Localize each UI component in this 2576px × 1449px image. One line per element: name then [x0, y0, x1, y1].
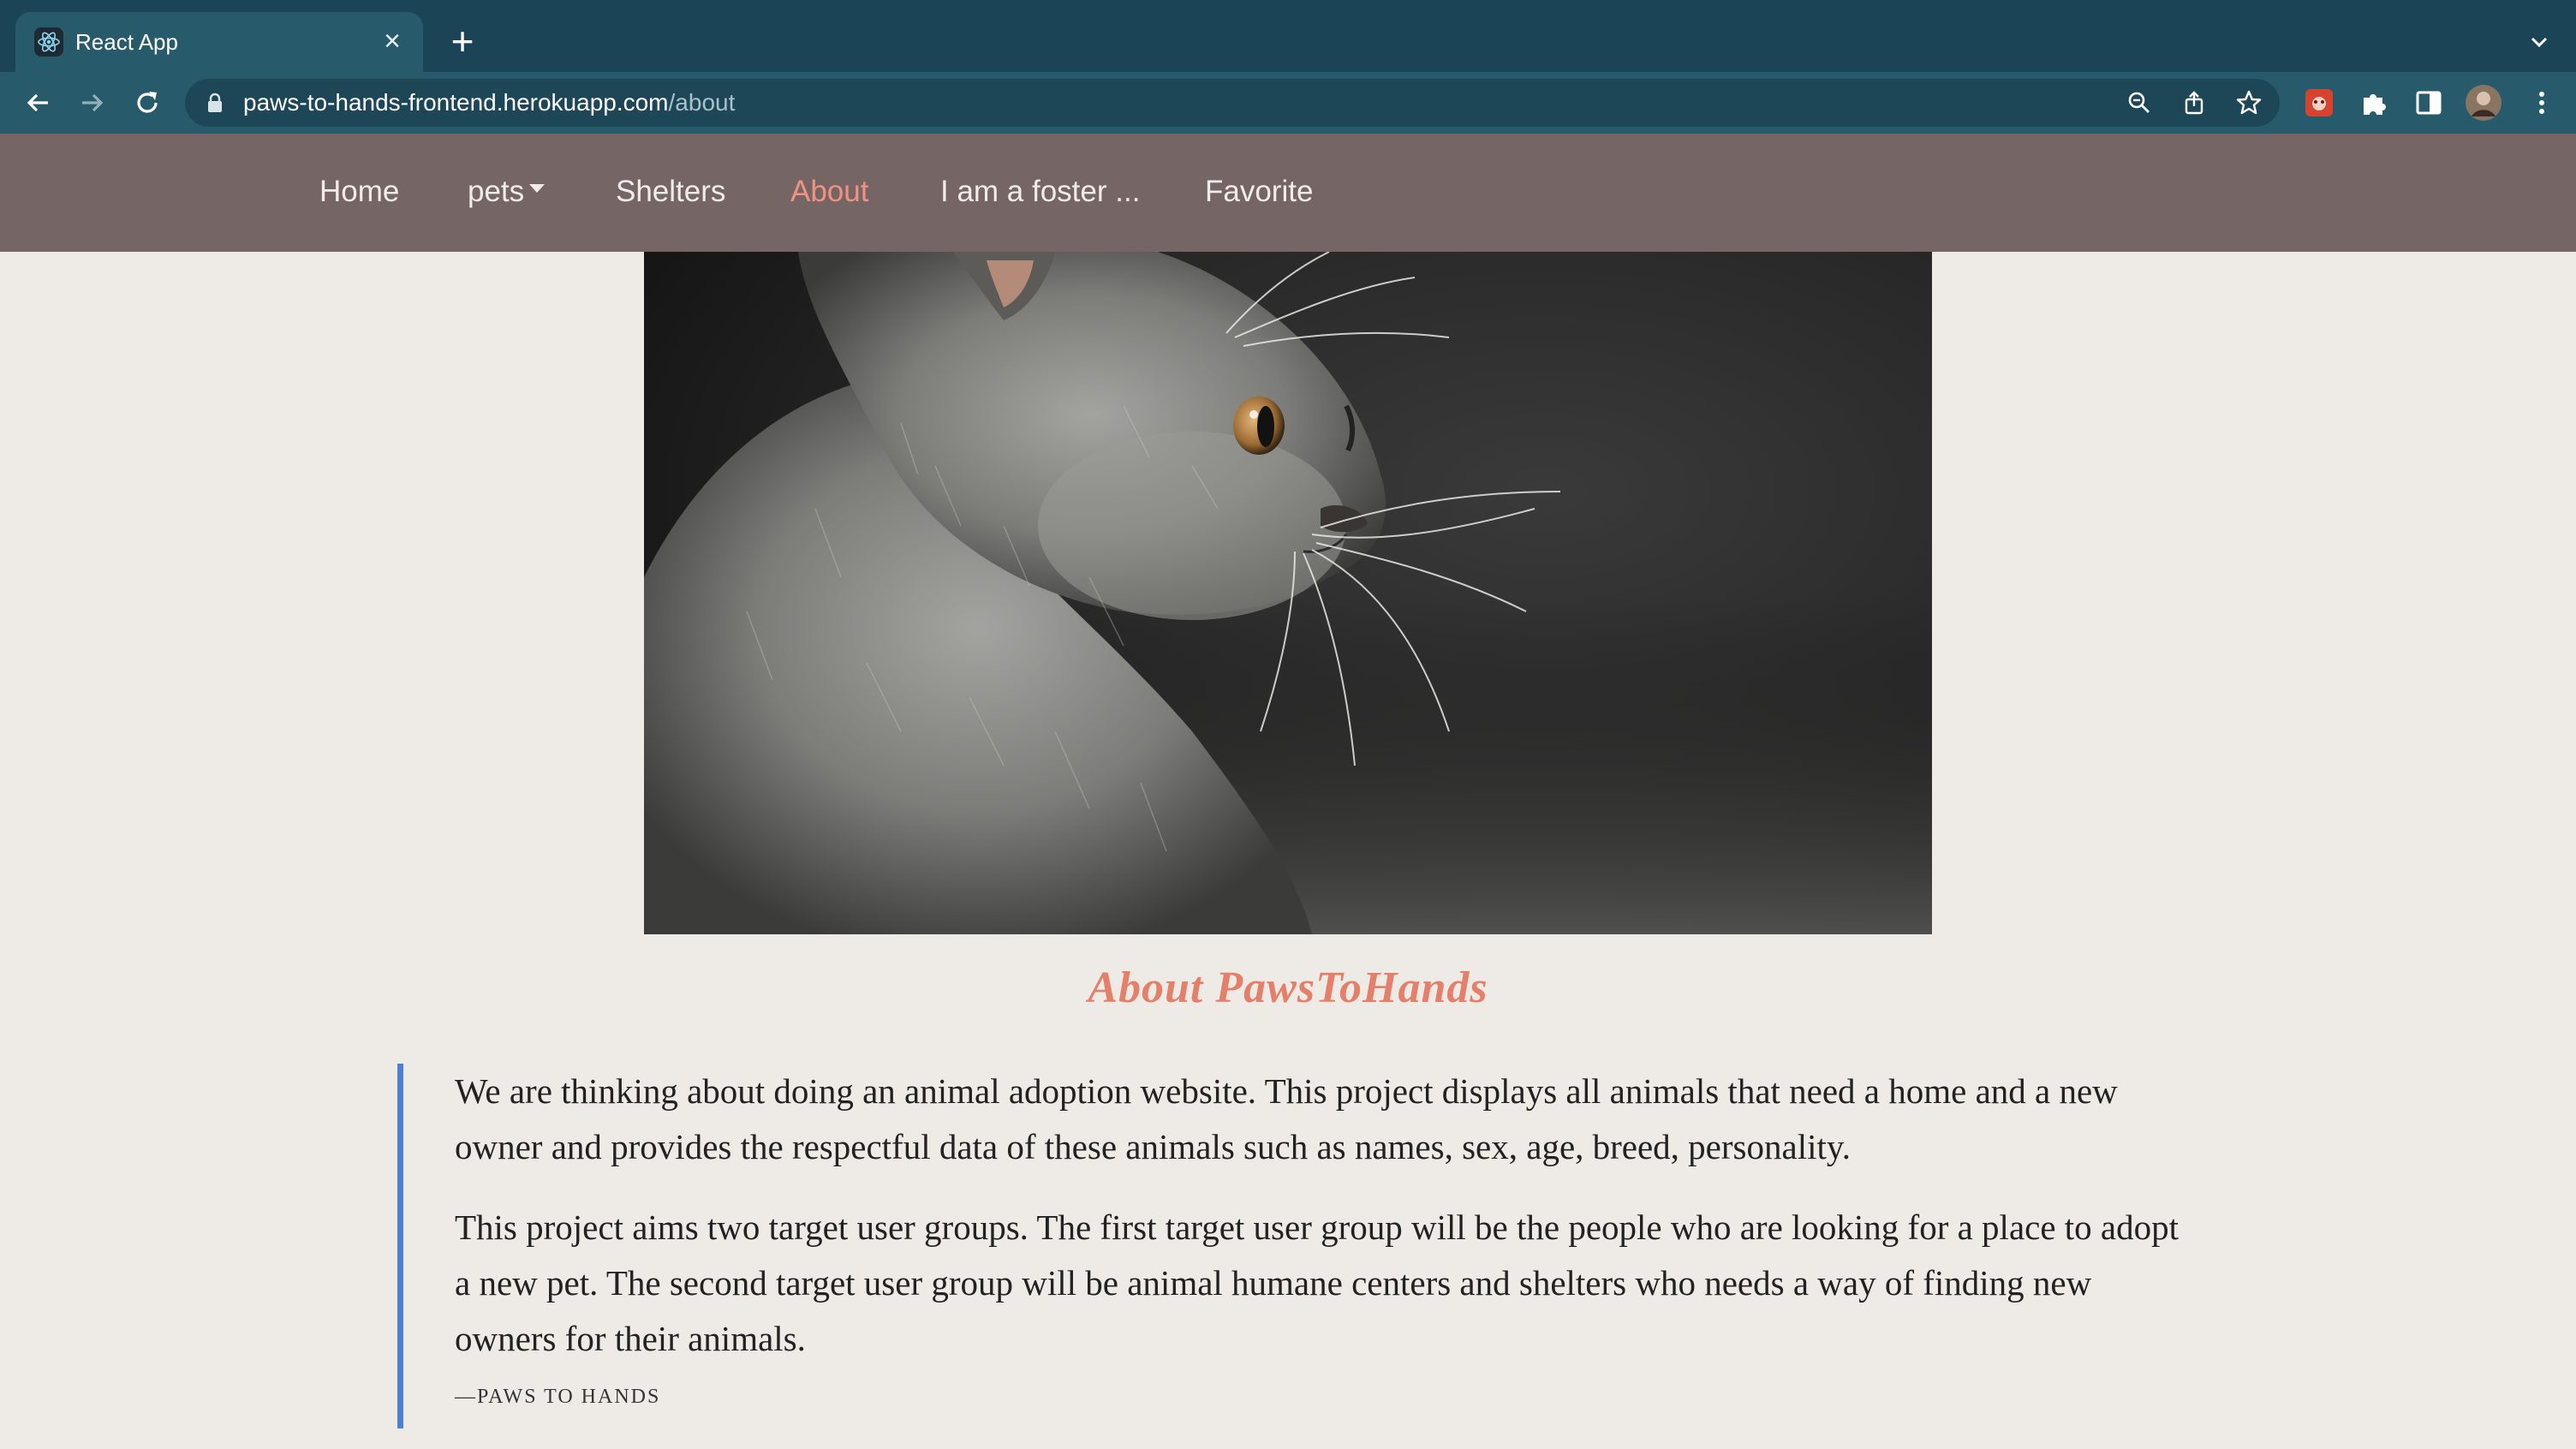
reload-icon[interactable] [130, 86, 164, 120]
bookmark-star-icon[interactable] [2235, 89, 2263, 116]
menu-kebab-icon[interactable] [2526, 87, 2557, 118]
kitten-illustration [644, 252, 1932, 934]
react-logo-icon [34, 27, 63, 57]
nav-pets-label: pets [468, 175, 525, 208]
chevron-down-icon[interactable] [2526, 29, 2552, 55]
url-host: paws-to-hands-frontend.herokuapp.com [243, 89, 669, 116]
about-paragraph-1: We are thinking about doing an animal ad… [455, 1071, 2118, 1166]
nav-shelters[interactable]: Shelters [616, 173, 725, 211]
site-navbar: Home pets Shelters About I am a foster .… [0, 134, 2576, 252]
extensions-puzzle-icon[interactable] [2358, 87, 2389, 118]
nav-about[interactable]: About [790, 173, 868, 211]
about-paragraph-2: This project aims two target user groups… [455, 1208, 2179, 1358]
lock-icon[interactable] [207, 92, 223, 113]
side-panel-icon[interactable] [2413, 87, 2444, 118]
forward-arrow-icon[interactable] [75, 86, 110, 120]
browser-tab[interactable]: React App × [15, 12, 423, 72]
browser-tabstrip: React App × + [0, 0, 2576, 72]
browser-toolbar: paws-to-hands-frontend.herokuapp.com/abo… [0, 72, 2576, 134]
profile-avatar[interactable] [2465, 84, 2502, 122]
close-tab-icon[interactable]: × [377, 26, 408, 57]
nav-pets-dropdown[interactable]: pets [468, 173, 546, 211]
tab-title: React App [75, 29, 178, 55]
extension-red-icon[interactable] [2304, 87, 2334, 118]
share-icon[interactable] [2180, 89, 2208, 116]
url-path: /about [668, 89, 736, 116]
hero-kitten-image [644, 252, 1932, 934]
page-title: About PawsToHands [1088, 963, 1488, 1012]
nav-home[interactable]: Home [319, 173, 399, 211]
caret-down-icon [529, 183, 546, 193]
zoom-icon[interactable] [2126, 89, 2153, 116]
back-arrow-icon[interactable] [21, 86, 55, 120]
address-bar[interactable]: paws-to-hands-frontend.herokuapp.com/abo… [185, 79, 2280, 127]
nav-favorite[interactable]: Favorite [1205, 173, 1313, 211]
url-text[interactable]: paws-to-hands-frontend.herokuapp.com/abo… [243, 89, 735, 116]
nav-foster[interactable]: I am a foster ... [940, 173, 1140, 211]
new-tab-button[interactable]: + [444, 21, 481, 61]
quote-citation: —PAWS TO HANDS [455, 1386, 661, 1408]
about-blockquote: We are thinking about doing an animal ad… [397, 1064, 2196, 1428]
